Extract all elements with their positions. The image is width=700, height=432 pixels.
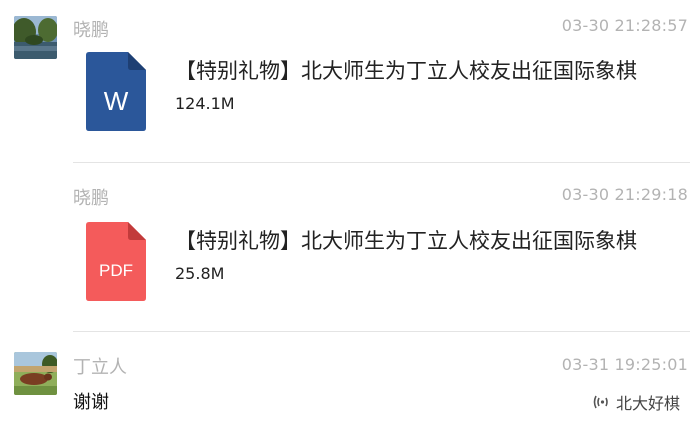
- message-timestamp: 03-31 19:25:01: [561, 355, 688, 374]
- pdf-icon-label: PDF: [99, 261, 133, 280]
- file-name: 【特别礼物】北大师生为丁立人校友出征国际象棋: [175, 59, 637, 83]
- word-icon-label: W: [104, 86, 129, 116]
- message-timestamp: 03-30 21:29:18: [561, 185, 688, 204]
- watermark-label: 北大好棋: [615, 394, 680, 413]
- watermark: 北大好棋: [592, 390, 680, 414]
- message-divider: [73, 162, 690, 163]
- word-file-icon: W: [86, 52, 146, 131]
- file-name: 【特别礼物】北大师生为丁立人校友出征国际象棋: [175, 229, 637, 253]
- avatar[interactable]: [14, 352, 57, 395]
- wechat-channel-icon: [593, 395, 608, 409]
- avatar-landscape-image: [14, 16, 57, 59]
- avatar-cow-image: [14, 352, 57, 395]
- avatar[interactable]: [14, 16, 57, 59]
- message-divider: [73, 331, 690, 332]
- sender-name: 丁立人: [73, 357, 127, 378]
- sender-name: 晓鹏: [73, 188, 109, 209]
- file-attachment-card[interactable]: W 【特别礼物】北大师生为丁立人校友出征国际象棋 124.1M: [73, 52, 690, 152]
- pdf-file-icon: PDF: [86, 222, 146, 301]
- file-attachment-card[interactable]: PDF 【特别礼物】北大师生为丁立人校友出征国际象棋 25.8M: [73, 222, 690, 322]
- file-size: 124.1M: [175, 94, 235, 113]
- file-size: 25.8M: [175, 264, 225, 283]
- message-text: 谢谢: [73, 392, 109, 413]
- message-timestamp: 03-30 21:28:57: [561, 16, 688, 35]
- sender-name: 晓鹏: [73, 20, 109, 41]
- chat-window: 晓鹏 03-30 21:28:57 W 【特别礼物】北大师生为丁立人校友出征国际…: [0, 0, 700, 432]
